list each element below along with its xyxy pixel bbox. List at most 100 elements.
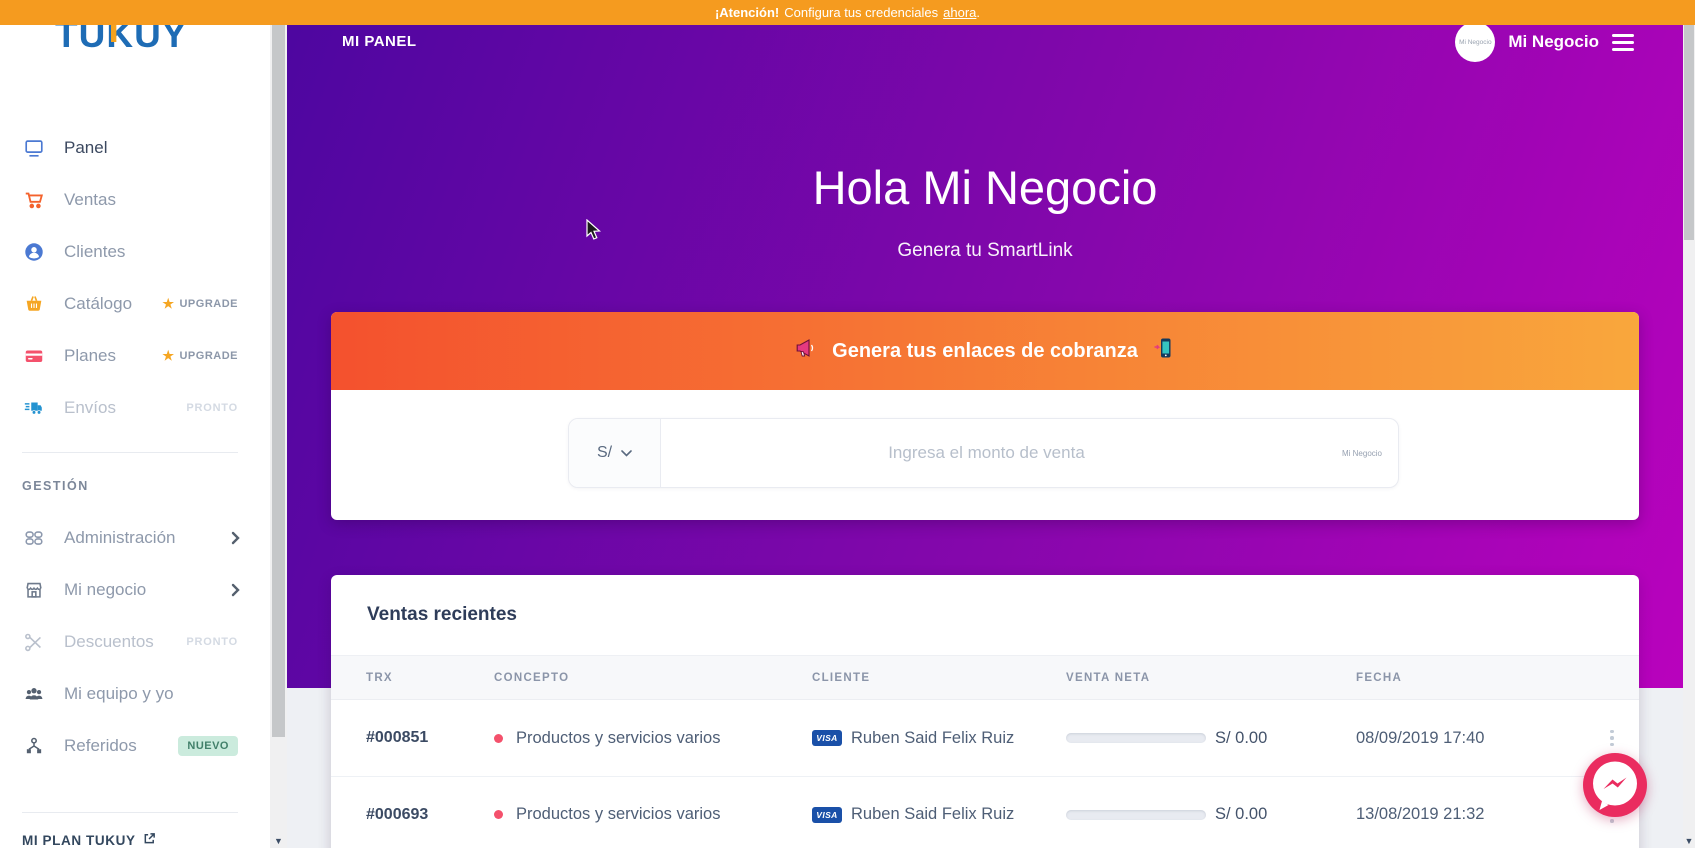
sidebar-label: Mi equipo y yo (64, 684, 174, 704)
upgrade-badge[interactable]: ★ UPGRADE (162, 296, 238, 312)
sidebar-item-mi-equipo[interactable]: Mi equipo y yo (0, 680, 270, 708)
banner-ahora-link[interactable]: ahora (943, 5, 976, 20)
main-scrollbar: ▼ (1683, 25, 1695, 848)
sales-table-header: TRX CONCEPTO CLIENTE VENTA NETA FECHA (331, 655, 1639, 700)
trx-cell: #000851 (366, 729, 494, 747)
upgrade-badge[interactable]: ★ UPGRADE (162, 348, 238, 364)
sidebar-item-descuentos[interactable]: Descuentos PRONTO (0, 628, 270, 656)
smartlink-banner-title: Genera tus enlaces de cobranza (832, 340, 1138, 363)
team-icon (22, 682, 46, 706)
sidebar-item-administracion[interactable]: Administración (0, 524, 270, 552)
sidebar-item-planes[interactable]: Planes ★ UPGRADE (0, 342, 270, 370)
sales-card-title: Ventas recientes (367, 604, 517, 626)
currency-label: S/ (597, 444, 612, 462)
sidebar-scroll-down-arrow[interactable]: ▼ (270, 836, 287, 846)
fecha-cell: 08/09/2019 17:40 (1356, 729, 1606, 748)
pronto-badge: PRONTO (186, 636, 238, 648)
venta-neta-cell: S/ 0.00 (1066, 805, 1356, 824)
sidebar-scrollbar-thumb[interactable] (272, 25, 285, 737)
progress-bar (1066, 810, 1206, 820)
account-name: Mi Negocio (1508, 32, 1599, 52)
smartlink-card-header: Genera tus enlaces de cobranza (331, 312, 1639, 390)
status-dot-icon (494, 810, 503, 819)
sidebar-section-gestion: GESTIÓN (22, 479, 89, 493)
sidebar-label: Clientes (64, 242, 125, 262)
status-dot-icon (494, 734, 503, 743)
banner-message: Configura tus credenciales (784, 5, 938, 20)
smartlink-card: Genera tus enlaces de cobranza S/ Mi Neg… (331, 312, 1639, 520)
cliente-cell: VISA Ruben Said Felix Ruiz (812, 729, 1066, 748)
star-icon: ★ (162, 348, 174, 364)
sidebar-label: Administración (64, 528, 176, 548)
table-row: #000693 Productos y servicios varios VIS… (331, 776, 1639, 848)
sidebar-item-ventas[interactable]: Ventas (0, 186, 270, 214)
sidebar-item-envios[interactable]: Envíos PRONTO (0, 394, 270, 422)
sidebar-divider (22, 452, 238, 453)
star-icon: ★ (162, 296, 174, 312)
column-header-trx: TRX (366, 672, 494, 684)
sidebar-item-mi-negocio[interactable]: Mi negocio (0, 576, 270, 604)
basket-icon (22, 292, 46, 316)
messenger-chat-button[interactable] (1582, 752, 1648, 818)
hero-subtitle: Genera tu SmartLink (287, 240, 1683, 262)
megaphone-icon (794, 336, 818, 366)
user-icon (22, 240, 46, 264)
concepto-cell: Productos y servicios varios (494, 729, 812, 748)
sidebar-item-referidos[interactable]: Referidos NUEVO (0, 732, 270, 760)
sidebar-item-catalogo[interactable]: Catálogo ★ UPGRADE (0, 290, 270, 318)
sidebar-divider (22, 812, 238, 813)
cart-icon (22, 188, 46, 212)
avatar-label: Mi Negocio (1459, 39, 1492, 46)
sidebar-label: Descuentos (64, 632, 154, 652)
currency-select[interactable]: S/ (569, 419, 661, 487)
sidebar-label: Referidos (64, 736, 137, 756)
sidebar-item-clientes[interactable]: Clientes (0, 238, 270, 266)
input-watermark: Mi Negocio (1312, 419, 1398, 487)
table-row: #000851 Productos y servicios varios VIS… (331, 700, 1639, 776)
visa-badge: VISA (812, 730, 842, 746)
hamburger-menu-icon[interactable] (1612, 34, 1634, 51)
external-link-icon (143, 832, 156, 848)
main-scrollbar-thumb[interactable] (1684, 25, 1694, 240)
column-header-cliente: CLIENTE (812, 672, 1066, 684)
column-header-fecha: FECHA (1356, 672, 1606, 684)
banner-attention-text: ¡Atención! (715, 5, 779, 20)
fecha-cell: 13/08/2019 21:32 (1356, 805, 1606, 824)
sidebar-label: Panel (64, 138, 107, 158)
sidebar: TUKTUY Panel Ventas (0, 0, 270, 848)
sidebar-item-panel[interactable]: Panel (0, 134, 270, 162)
truck-icon (22, 396, 46, 420)
trx-cell: #000693 (366, 806, 494, 824)
column-header-venta-neta: VENTA NETA (1066, 672, 1356, 684)
recent-sales-card: Ventas recientes TRX CONCEPTO CLIENTE VE… (331, 575, 1639, 848)
attention-banner: ¡Atención! Configura tus credenciales ah… (0, 0, 1695, 25)
concepto-cell: Productos y servicios varios (494, 805, 812, 824)
page-title: MI PANEL (342, 33, 417, 50)
cliente-cell: VISA Ruben Said Felix Ruiz (812, 805, 1066, 824)
hero-greeting: Hola Mi Negocio (287, 160, 1683, 215)
banner-period: . (976, 5, 980, 20)
sidebar-scrollbar: ▼ (270, 25, 287, 848)
visa-badge: VISA (812, 807, 842, 823)
sidebar-label: Ventas (64, 190, 116, 210)
mobile-phone-icon (1152, 336, 1176, 366)
credit-card-icon (22, 344, 46, 368)
sidebar-label: Envíos (64, 398, 116, 418)
sidebar-label: Mi negocio (64, 580, 146, 600)
sidebar-label: Planes (64, 346, 116, 366)
monitor-icon (22, 136, 46, 160)
column-header-concepto: CONCEPTO (494, 672, 812, 684)
venta-neta-cell: S/ 0.00 (1066, 729, 1356, 748)
row-actions-kebab-icon[interactable] (1606, 726, 1618, 751)
chevron-right-icon (231, 531, 240, 545)
avatar[interactable]: Mi Negocio (1455, 22, 1495, 62)
app-window: ¡Atención! Configura tus credenciales ah… (0, 0, 1695, 848)
mi-plan-tukuy-link[interactable]: MI PLAN TUKUY (22, 832, 156, 848)
nuevo-badge: NUEVO (178, 736, 238, 756)
amount-input[interactable] (661, 419, 1312, 487)
modules-icon (22, 526, 46, 550)
referral-icon (22, 734, 46, 758)
main-scroll-down-arrow[interactable]: ▼ (1683, 836, 1695, 846)
mouse-cursor-icon (585, 219, 607, 248)
account-menu[interactable]: Mi Negocio Mi Negocio (1455, 22, 1634, 62)
